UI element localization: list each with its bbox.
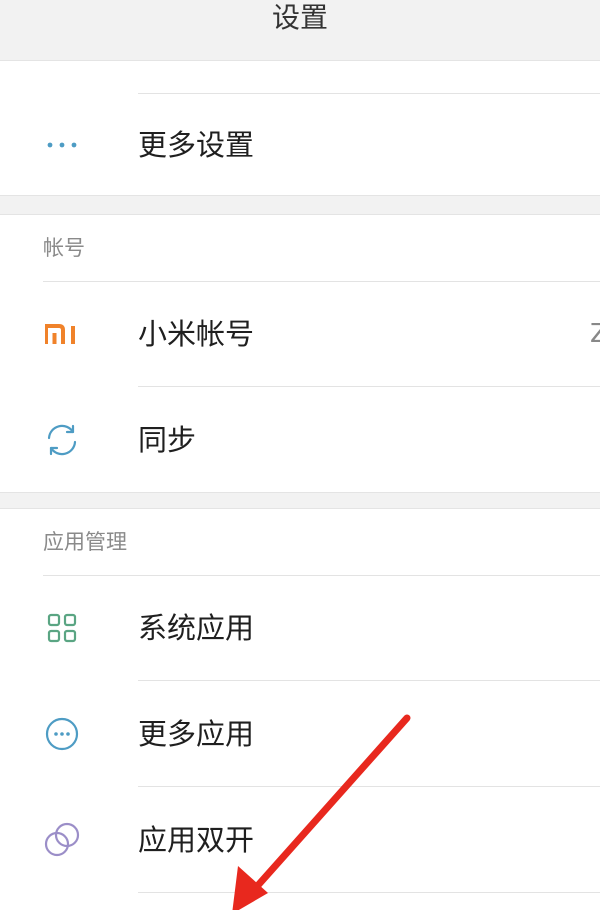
app-management-section-title: 应用管理 [43,530,127,554]
section-gap [0,492,600,509]
more-dots-icon [38,121,86,169]
sync-item[interactable]: 同步 [0,387,600,492]
more-apps-label: 更多应用 [138,716,255,751]
dual-apps-icon [38,816,86,864]
section-gap [0,195,600,215]
system-apps-label: 系统应用 [138,611,255,645]
xiaomi-account-item[interactable]: 小米帐号 Z [0,282,600,386]
grid-icon [38,604,86,652]
system-apps-item[interactable]: 系统应用 [0,576,600,680]
title-bar: 设置 [0,0,600,61]
account-section-title: 帐号 [43,236,85,260]
dual-apps-item[interactable]: 应用双开 [0,787,600,892]
list-divider [138,93,600,94]
more-settings-item[interactable]: 更多设置 [0,96,600,194]
list-divider [138,892,600,893]
page-title: 设置 [271,1,328,34]
sync-icon [38,416,86,464]
more-settings-label: 更多设置 [138,128,255,162]
more-apps-icon [38,710,86,758]
dual-apps-label: 应用双开 [138,822,255,857]
account-section-header: 帐号 [0,215,600,281]
more-apps-item[interactable]: 更多应用 [0,681,600,786]
sync-label: 同步 [138,422,197,457]
app-management-section-header: 应用管理 [0,509,600,575]
xiaomi-account-value: Z [590,319,600,349]
mi-logo-icon [38,310,86,358]
xiaomi-account-label: 小米帐号 [138,317,255,351]
